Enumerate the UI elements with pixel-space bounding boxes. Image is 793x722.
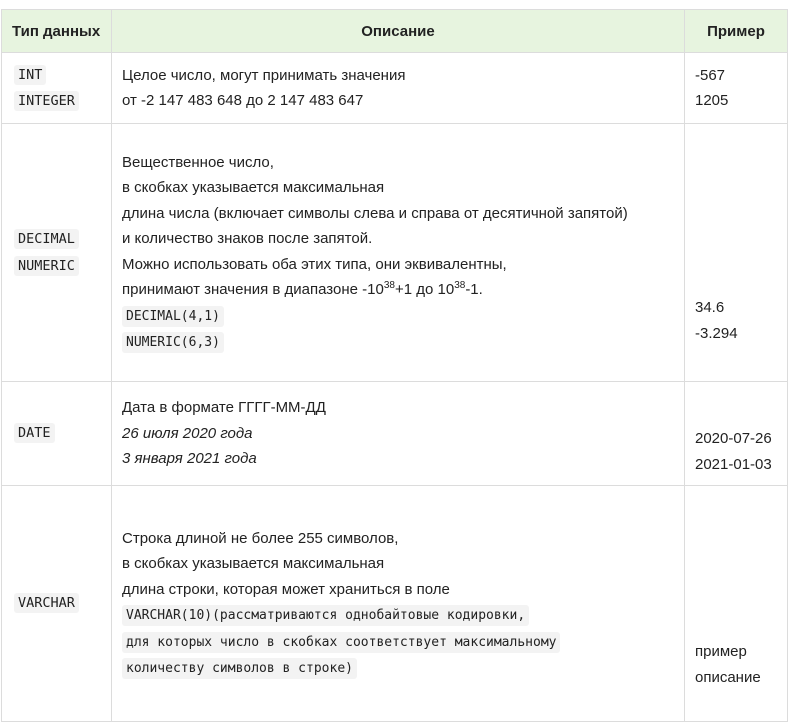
code-example: для которых число в скобках соответствуе…	[122, 631, 561, 653]
description-cell: Вещественное число, в скобках указываетс…	[111, 123, 685, 382]
type-cell: VARCHAR	[1, 485, 112, 722]
example-value: описание	[695, 668, 761, 686]
example-cell: 34.6 -3.294	[684, 123, 788, 382]
description-line: Целое число, могут принимать значения	[122, 66, 406, 84]
type-cell: DATE	[1, 381, 112, 486]
description-line: в скобках указывается максимальная	[122, 555, 385, 572]
type-code: INTEGER	[14, 91, 79, 111]
data-types-table: Тип данных Описание Пример INT INTEGER Ц…	[1, 9, 788, 722]
table-row: DECIMAL NUMERIC Вещественное число, в ск…	[1, 123, 788, 382]
example-value: 2021-01-03	[695, 455, 772, 473]
range-exponent: 38	[383, 280, 395, 291]
description-line: Можно использовать оба этих типа, они эк…	[122, 255, 507, 273]
description-line: Строка длиной не более 255 символов,	[122, 529, 399, 547]
code-example: DECIMAL(4,1)	[122, 305, 224, 327]
description-line: Дата в формате ГГГГ-ММ-ДД	[122, 399, 326, 417]
example-value: -3.294	[695, 324, 738, 342]
code-example: VARCHAR(10)(рассматриваются однобайтовые…	[122, 605, 530, 626]
example-value: 1205	[695, 92, 729, 109]
type-code: VARCHAR	[14, 593, 79, 614]
example-value: пример	[695, 643, 747, 660]
type-cell: DECIMAL NUMERIC	[1, 123, 112, 382]
example-value: 2020-07-26	[695, 430, 772, 447]
description-line: и количество знаков после запятой.	[122, 230, 373, 247]
range-suffix: -1.	[465, 281, 483, 298]
description-line: от -2 147 483 648 до 2 147 483 647	[122, 92, 364, 109]
header-row: Тип данных Описание Пример	[1, 9, 788, 53]
description-line: в скобках указывается максимальная	[122, 179, 385, 196]
example-cell: 2020-07-26 2021-01-03	[684, 381, 788, 486]
header-type: Тип данных	[1, 9, 112, 53]
code-example: NUMERIC(6,3)	[122, 332, 224, 353]
range-line: принимают значения в диапазоне -1038+1 д…	[122, 277, 674, 303]
description-cell: Целое число, могут принимать значения от…	[111, 52, 685, 124]
description-line: длина строки, которая может храниться в …	[122, 580, 450, 598]
description-cell: Строка длиной не более 255 символов, в с…	[111, 485, 685, 722]
range-exponent: 38	[454, 280, 466, 291]
table-row: DATE Дата в формате ГГГГ-ММ-ДД 26 июля 2…	[1, 381, 788, 486]
example-value: -567	[695, 66, 726, 84]
example-cell: пример описание	[684, 485, 788, 722]
type-code: INT	[14, 64, 47, 85]
code-example: количеству символов в строке)	[122, 658, 357, 679]
description-italic-line: 26 июля 2020 года	[122, 424, 253, 442]
table-row: VARCHAR Строка длиной не более 255 симво…	[1, 485, 788, 722]
type-cell: INT INTEGER	[1, 52, 112, 124]
description-line: длина числа (включает символы слева и сп…	[122, 204, 628, 222]
type-code: DECIMAL	[14, 229, 79, 249]
range-prefix: принимают значения в диапазоне -10	[122, 281, 384, 298]
type-code: NUMERIC	[14, 255, 79, 276]
type-code: DATE	[14, 423, 55, 444]
header-example: Пример	[684, 9, 788, 53]
description-italic-line: 3 января 2021 года	[122, 450, 257, 468]
example-value: 34.6	[695, 299, 725, 316]
description-line: Вещественное число,	[122, 153, 274, 171]
table-row: INT INTEGER Целое число, могут принимать…	[1, 52, 788, 124]
header-description: Описание	[111, 9, 685, 53]
example-cell: -567 1205	[684, 52, 788, 124]
range-middle: +1 до 10	[394, 281, 455, 298]
description-cell: Дата в формате ГГГГ-ММ-ДД 26 июля 2020 г…	[111, 381, 685, 486]
